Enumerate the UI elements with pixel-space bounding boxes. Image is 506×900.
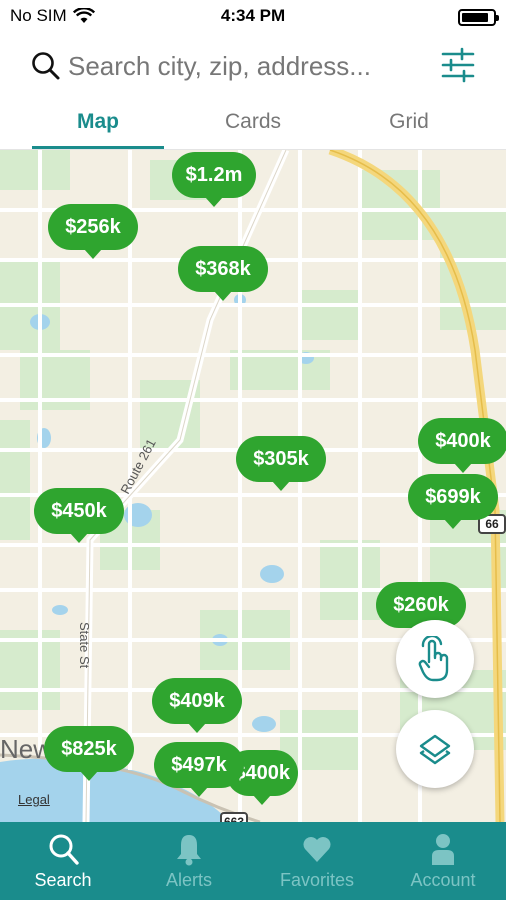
price-pin[interactable]: $368k: [178, 246, 268, 301]
status-bar: No SIM 4:34 PM: [0, 0, 506, 34]
heart-icon: [303, 837, 331, 862]
map-view[interactable]: Route 261 State St Newp 66 663 Legal $1.…: [0, 150, 506, 822]
nav-account-label: Account: [410, 870, 476, 890]
nav-account[interactable]: Account: [380, 822, 506, 900]
nav-alerts-label: Alerts: [165, 870, 212, 890]
battery-icon: [458, 9, 499, 26]
map-layers-button[interactable]: [396, 710, 474, 788]
price-pin[interactable]: $400k: [418, 418, 506, 473]
filter-sliders-icon[interactable]: [440, 46, 476, 84]
nav-favorites-label: Favorites: [279, 870, 355, 890]
status-time: 4:34 PM: [220, 6, 286, 25]
layers-icon: [419, 734, 451, 765]
nav-search[interactable]: Search: [0, 822, 126, 900]
person-icon: [432, 834, 454, 865]
price-pin[interactable]: $409k: [152, 678, 242, 733]
tab-map[interactable]: Map: [32, 110, 164, 150]
battery-level: [462, 13, 488, 22]
price-pin[interactable]: $305k: [236, 436, 326, 491]
price-pin[interactable]: $260k: [376, 582, 466, 637]
search-icon: [49, 834, 79, 865]
nav-search-label: Search: [34, 870, 92, 890]
draw-search-button[interactable]: [396, 620, 474, 698]
bottom-nav: Search Alerts Favorites Account: [0, 822, 506, 900]
price-pin[interactable]: $450k: [34, 488, 124, 543]
highway-shield: 663: [220, 812, 248, 822]
street-label: State St: [77, 622, 92, 669]
hand-pointer-icon: [418, 636, 449, 682]
nav-alerts[interactable]: Alerts: [126, 822, 252, 900]
tab-cards[interactable]: Cards: [186, 110, 320, 150]
price-pin[interactable]: $825k: [44, 726, 134, 781]
view-tabs: Map Cards Grid: [0, 104, 506, 150]
bell-icon: [177, 835, 201, 866]
search-icon[interactable]: [30, 50, 62, 82]
search-bar: [0, 38, 506, 98]
search-input[interactable]: [68, 46, 428, 86]
map-legal-link[interactable]: Legal: [18, 792, 50, 807]
price-pin[interactable]: $256k: [48, 204, 138, 259]
tab-grid[interactable]: Grid: [342, 110, 476, 150]
active-tab-indicator: [32, 146, 164, 149]
nav-favorites[interactable]: Favorites: [254, 822, 380, 900]
price-pin[interactable]: $1.2m: [172, 152, 256, 207]
price-pin[interactable]: $699k: [408, 474, 498, 529]
price-pin[interactable]: $497k: [154, 742, 244, 797]
